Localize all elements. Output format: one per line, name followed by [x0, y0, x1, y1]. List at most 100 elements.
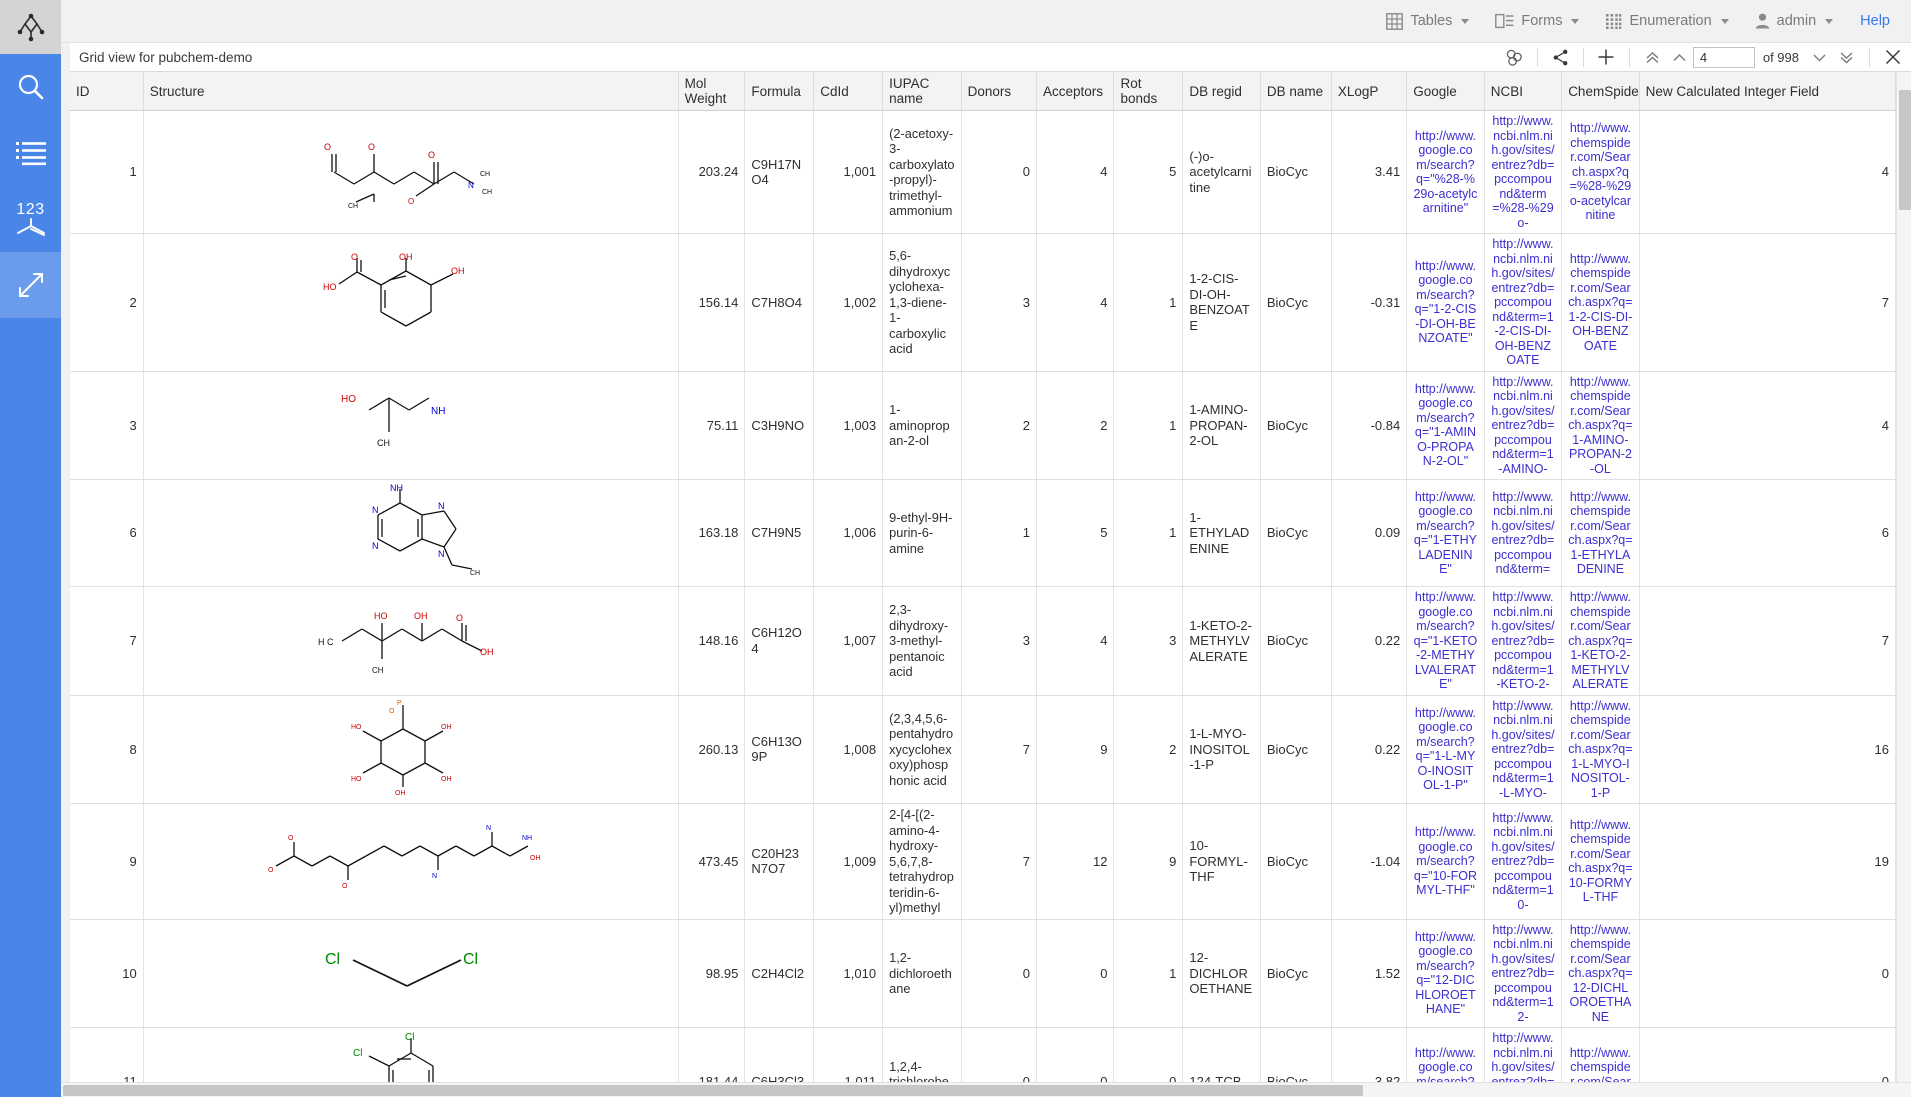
col-header-acceptors[interactable]: Acceptors — [1037, 72, 1114, 111]
cell-cdid[interactable]: 1,002 — [814, 234, 883, 372]
cell-cdid[interactable]: 1,001 — [814, 111, 883, 234]
cell-acceptors[interactable]: 12 — [1037, 804, 1114, 920]
cell-xlogp[interactable]: 1.52 — [1331, 919, 1406, 1028]
sidebar-item-list[interactable] — [0, 120, 61, 186]
cell-db-regid[interactable]: 124-TCB — [1183, 1028, 1260, 1083]
cell-mol-weight[interactable]: 163.18 — [678, 480, 745, 587]
horizontal-scrollbar-thumb[interactable] — [63, 1085, 1363, 1096]
cell-cdid[interactable]: 1,011 — [814, 1028, 883, 1083]
table-row[interactable]: 3HONHCH75.11C3H9NO1,0031-aminopropan-2-o… — [70, 371, 1896, 480]
cell-xlogp[interactable]: 0.22 — [1331, 695, 1406, 804]
cell-acceptors[interactable]: 2 — [1037, 371, 1114, 480]
cell-db-regid[interactable]: 1-KETO-2-METHYLVALERATE — [1183, 587, 1260, 696]
cell-db-regid[interactable]: 1-ETHYLADENINE — [1183, 480, 1260, 587]
col-header-db-regid[interactable]: DB regid — [1183, 72, 1260, 111]
cell-cdid[interactable]: 1,008 — [814, 695, 883, 804]
url-text[interactable]: http://www.google.com/search?q="124-TCB" — [1413, 1046, 1477, 1083]
url-text[interactable]: http://www.ncbi.nlm.nih.gov/sites/entrez… — [1491, 490, 1555, 577]
cell-acceptors[interactable]: 4 — [1037, 234, 1114, 372]
share-button[interactable] — [1547, 44, 1574, 71]
cell-donors[interactable]: 0 — [961, 1028, 1036, 1083]
cell-mol-weight[interactable]: 473.45 — [678, 804, 745, 920]
vertical-scrollbar[interactable] — [1896, 72, 1911, 1082]
cell-rot-bonds[interactable]: 1 — [1114, 371, 1183, 480]
cell-db-regid[interactable]: 1-L-MYO-INOSITOL-1-P — [1183, 695, 1260, 804]
col-header-chemspider[interactable]: ChemSpider — [1562, 72, 1639, 111]
cell-cdid[interactable]: 1,003 — [814, 371, 883, 480]
cell-formula[interactable]: C7H9N5 — [745, 480, 814, 587]
cell-iupac-name[interactable]: (2-acetoxy-3-carboxylato-propyl)-trimeth… — [883, 111, 962, 234]
cell-new-field[interactable]: 0 — [1639, 919, 1895, 1028]
cell-chemspider-link[interactable]: http://www.chemspider.com/Search.aspx?q=… — [1562, 111, 1639, 234]
url-text[interactable]: http://www.ncbi.nlm.nih.gov/sites/entrez… — [1491, 1031, 1555, 1082]
cell-mol-weight[interactable]: 203.24 — [678, 111, 745, 234]
cell-donors[interactable]: 3 — [961, 234, 1036, 372]
cell-xlogp[interactable]: -1.04 — [1331, 804, 1406, 920]
menu-forms[interactable]: Forms — [1482, 0, 1592, 43]
col-header-formula[interactable]: Formula — [745, 72, 814, 111]
sidebar-item-search[interactable] — [0, 54, 61, 120]
menu-enumeration[interactable]: Enumeration — [1592, 0, 1741, 43]
cell-xlogp[interactable]: 0.22 — [1331, 587, 1406, 696]
url-text[interactable]: http://www.google.com/search?q="1-KETO-2… — [1413, 590, 1477, 692]
next-page-button[interactable] — [1806, 44, 1833, 71]
cell-chemspider-link[interactable]: http://www.chemspider.com/Search.aspx?q=… — [1562, 695, 1639, 804]
cell-mol-weight[interactable]: 148.16 — [678, 587, 745, 696]
cell-rot-bonds[interactable]: 0 — [1114, 1028, 1183, 1083]
cell-db-regid[interactable]: (-)o-acetylcarnitine — [1183, 111, 1260, 234]
col-header-id[interactable]: ID — [70, 72, 143, 111]
url-text[interactable]: http://www.chemspider.com/Search.aspx?q=… — [1568, 923, 1632, 1025]
cell-formula[interactable]: C6H3Cl3 — [745, 1028, 814, 1083]
cell-ncbi-link[interactable]: http://www.ncbi.nlm.nih.gov/sites/entrez… — [1484, 804, 1561, 920]
cell-iupac-name[interactable]: 1-aminopropan-2-ol — [883, 371, 962, 480]
cell-new-field[interactable]: 7 — [1639, 587, 1895, 696]
url-text[interactable]: http://www.google.com/search?q="1-L-MYO-… — [1413, 706, 1477, 793]
cell-structure[interactable]: ClCl — [143, 919, 678, 1028]
col-header-structure[interactable]: Structure — [143, 72, 678, 111]
cell-xlogp[interactable]: 0.09 — [1331, 480, 1406, 587]
cell-new-field[interactable]: 19 — [1639, 804, 1895, 920]
cell-new-field[interactable]: 7 — [1639, 234, 1895, 372]
col-header-iupac-name[interactable]: IUPAC name — [883, 72, 962, 111]
cell-ncbi-link[interactable]: http://www.ncbi.nlm.nih.gov/sites/entrez… — [1484, 111, 1561, 234]
help-link[interactable]: Help — [1846, 13, 1896, 29]
cell-new-field[interactable]: 4 — [1639, 371, 1895, 480]
first-page-button[interactable] — [1639, 44, 1666, 71]
col-header-cdid[interactable]: CdId — [814, 72, 883, 111]
cell-acceptors[interactable]: 5 — [1037, 480, 1114, 587]
url-text[interactable]: http://www.chemspider.com/Search.aspx?q=… — [1568, 375, 1632, 477]
url-text[interactable]: http://www.google.com/search?q="1-2-CIS-… — [1413, 259, 1477, 346]
col-header-xlogp[interactable]: XLogP — [1331, 72, 1406, 111]
cell-rot-bonds[interactable]: 1 — [1114, 480, 1183, 587]
cell-formula[interactable]: C6H12O4 — [745, 587, 814, 696]
cell-acceptors[interactable]: 9 — [1037, 695, 1114, 804]
close-view-button[interactable] — [1879, 44, 1906, 71]
url-text[interactable]: http://www.google.com/search?q="%28-%29o… — [1413, 129, 1477, 216]
col-header-donors[interactable]: Donors — [961, 72, 1036, 111]
col-header-rot-bonds[interactable]: Rot bonds — [1114, 72, 1183, 111]
cell-new-field[interactable]: 4 — [1639, 111, 1895, 234]
cell-google-link[interactable]: http://www.google.com/search?q="124-TCB" — [1407, 1028, 1484, 1083]
cell-db-name[interactable]: BioCyc — [1260, 1028, 1331, 1083]
cell-structure[interactable]: OHOOHOH — [143, 234, 678, 372]
cell-rot-bonds[interactable]: 1 — [1114, 234, 1183, 372]
cell-acceptors[interactable]: 4 — [1037, 587, 1114, 696]
cell-mol-weight[interactable]: 156.14 — [678, 234, 745, 372]
cell-chemspider-link[interactable]: http://www.chemspider.com/Search.aspx?q=… — [1562, 234, 1639, 372]
url-text[interactable]: http://www.ncbi.nlm.nih.gov/sites/entrez… — [1491, 923, 1555, 1025]
cell-google-link[interactable]: http://www.google.com/search?q="1-L-MYO-… — [1407, 695, 1484, 804]
structure-search-button[interactable] — [1501, 44, 1528, 71]
url-text[interactable]: http://www.chemspider.com/Search.aspx?q=… — [1568, 121, 1632, 223]
cell-db-name[interactable]: BioCyc — [1260, 234, 1331, 372]
table-row[interactable]: 9OOONNNHOH473.45C20H23N7O71,0092-[4-[(2-… — [70, 804, 1896, 920]
cell-db-regid[interactable]: 12-DICHLOROETHANE — [1183, 919, 1260, 1028]
cell-xlogp[interactable]: 3.41 — [1331, 111, 1406, 234]
cell-iupac-name[interactable]: 5,6-dihydroxycyclohexa-1,3-diene-1-carbo… — [883, 234, 962, 372]
cell-donors[interactable]: 0 — [961, 111, 1036, 234]
cell-db-name[interactable]: BioCyc — [1260, 804, 1331, 920]
cell-structure[interactable]: OOONNNHOH — [143, 804, 678, 920]
cell-xlogp[interactable]: -0.31 — [1331, 234, 1406, 372]
url-text[interactable]: http://www.chemspider.com/Search.aspx?q=… — [1568, 590, 1632, 692]
cell-chemspider-link[interactable]: http://www.chemspider.com/Search.aspx?q=… — [1562, 587, 1639, 696]
cell-db-name[interactable]: BioCyc — [1260, 371, 1331, 480]
